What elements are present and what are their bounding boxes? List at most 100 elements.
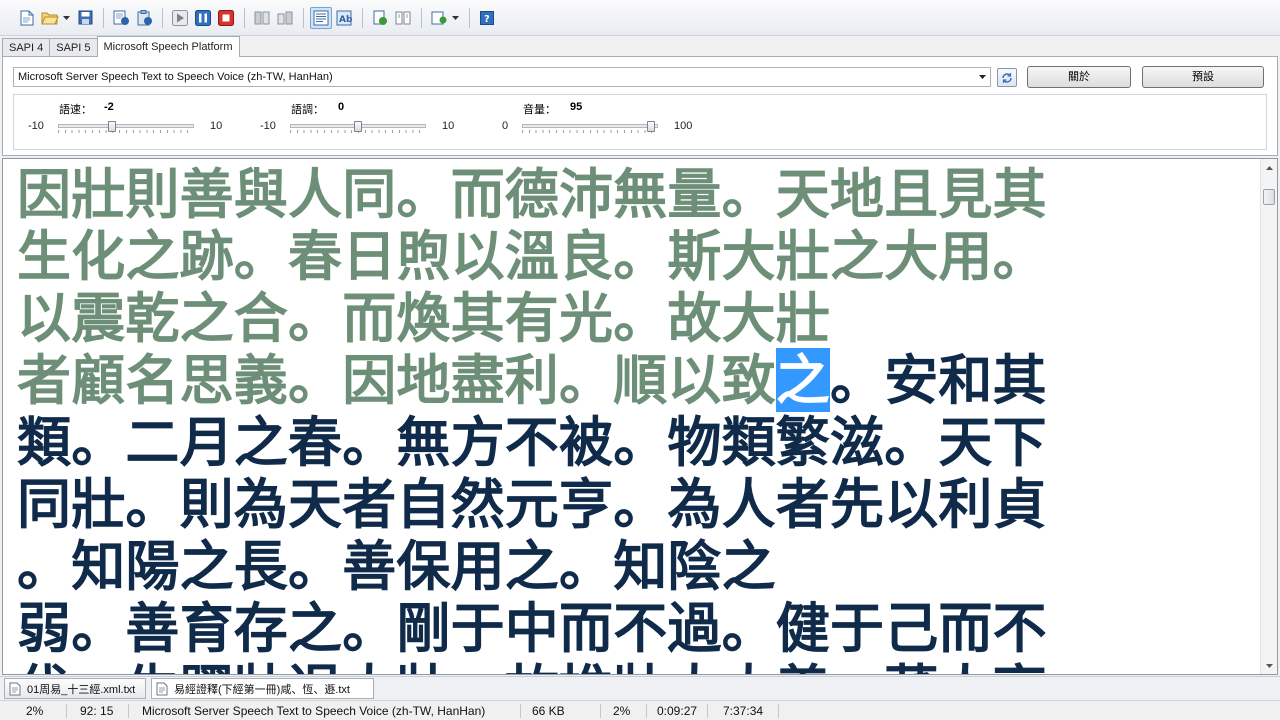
spoken-text: 以震乾之合。而煥其有光。故大壯 xyxy=(17,286,830,350)
volume-value: 95 xyxy=(570,101,583,113)
split-audio-icon[interactable] xyxy=(392,7,414,29)
toolbar-separator xyxy=(421,7,422,28)
main-toolbar: Ab ? xyxy=(0,0,1280,36)
pause-icon[interactable] xyxy=(192,7,214,29)
pitch-max: 10 xyxy=(442,120,455,132)
svg-text:Ab: Ab xyxy=(339,15,352,25)
pitch-slider-thumb[interactable] xyxy=(354,121,362,132)
current-word-highlight: 之 xyxy=(775,348,831,412)
skip-back-icon[interactable] xyxy=(251,7,273,29)
voice-select-value: Microsoft Server Speech Text to Speech V… xyxy=(18,71,333,83)
volume-max: 100 xyxy=(674,120,693,132)
toolbar-separator xyxy=(162,7,163,28)
status-size: 66 KB xyxy=(532,704,565,718)
volume-slider-group: 音量： 95 0 100 xyxy=(478,95,718,151)
help-icon[interactable]: ? xyxy=(476,7,498,29)
vertical-scrollbar[interactable] xyxy=(1260,159,1277,674)
document-text[interactable]: 因壯則善與人同。而德沛無量。天地且見其 生化之跡。春日煦以溫良。斯大壯之大用。 以震… xyxy=(17,163,1247,674)
text-line: 。知陽之長。善保用之。知陰之 xyxy=(17,535,1247,597)
text-file-icon xyxy=(156,682,168,695)
rate-slider-thumb[interactable] xyxy=(108,121,117,132)
open-folder-icon[interactable] xyxy=(39,7,61,29)
voice-panel: Microsoft Server Speech Text to Speech V… xyxy=(2,56,1278,156)
engine-tabs: SAPI 4 SAPI 5 Microsoft Speech Platform xyxy=(2,36,240,57)
svg-text:?: ? xyxy=(484,14,490,25)
spoken-text: 因壯則善與人同。而德沛無量。天地且見其 xyxy=(17,162,1047,226)
read-document-icon[interactable] xyxy=(110,7,132,29)
status-position: 92: 15 xyxy=(80,704,114,718)
toolbar-separator xyxy=(244,7,245,28)
text-line: 者顧名思義。因地盡利。順以致之。安和其 xyxy=(17,348,1247,412)
scroll-down-icon[interactable] xyxy=(1261,657,1277,674)
spoken-text: 者顧名思義。因地盡利。順以致 xyxy=(17,348,776,412)
pitch-value: 0 xyxy=(338,101,345,113)
text-line: 因壯則善與人同。而德沛無量。天地且見其 xyxy=(17,163,1247,225)
convert-audio-icon[interactable] xyxy=(369,7,391,29)
tab-sapi5[interactable]: SAPI 5 xyxy=(49,38,98,57)
text-view-icon[interactable] xyxy=(310,6,332,29)
text-line: 同壯。則為天者自然元亨。為人者先以利貞 xyxy=(17,473,1247,535)
tab-sapi4[interactable]: SAPI 4 xyxy=(2,38,51,57)
status-percent: 2% xyxy=(613,704,631,718)
new-file-icon[interactable] xyxy=(16,7,38,29)
toolbar-separator xyxy=(103,7,104,28)
scrollbar-thumb[interactable] xyxy=(1263,189,1275,205)
document-tab-1[interactable]: 01周易_十三經.xml.txt xyxy=(4,678,146,699)
pitch-label: 語調： xyxy=(291,104,324,116)
rate-max: 10 xyxy=(210,120,223,132)
status-remaining: 7:37:34 xyxy=(723,704,764,718)
rate-slider[interactable] xyxy=(58,121,194,133)
chevron-down-icon xyxy=(979,75,986,79)
document-tab-2[interactable]: 易經證釋(下經第一冊)咸、恆、遯.txt xyxy=(151,678,374,699)
open-dropdown-icon[interactable] xyxy=(62,7,70,29)
status-bar: 2% 92: 15 Microsoft Server Speech Text t… xyxy=(0,700,1280,720)
rate-label: 語速： xyxy=(59,104,92,116)
rate-value: -2 xyxy=(104,101,114,113)
volume-label: 音量： xyxy=(523,104,556,116)
voice-select[interactable]: Microsoft Server Speech Text to Speech V… xyxy=(13,67,991,87)
pending-text: 類。二月之春。無方不被。物類繁滋。天下 xyxy=(17,410,1047,474)
voice-settings-icon[interactable] xyxy=(428,7,450,29)
skip-forward-icon[interactable] xyxy=(274,7,296,29)
voice-parameters: 語速： -2 -10 10 語調： 0 -10 10 音量： 95 0 100 xyxy=(13,94,1267,150)
refresh-icon xyxy=(1002,72,1012,83)
refresh-voices-button[interactable] xyxy=(997,68,1017,87)
rate-min: -10 xyxy=(28,120,44,132)
volume-min: 0 xyxy=(502,120,509,132)
stop-icon[interactable] xyxy=(215,7,237,29)
volume-slider[interactable] xyxy=(522,121,658,133)
pitch-slider-group: 語調： 0 -10 10 xyxy=(246,95,486,151)
scroll-up-icon[interactable] xyxy=(1261,159,1277,176)
text-line: 以震乾之合。而煥其有光。故大壯 xyxy=(17,287,1247,349)
tab-speech-platform[interactable]: Microsoft Speech Platform xyxy=(96,36,240,57)
document-tab-label: 01周易_十三經.xml.txt xyxy=(27,683,136,696)
text-line: 類。二月之春。無方不被。物類繁滋。天下 xyxy=(17,411,1247,473)
about-button[interactable]: 關於 xyxy=(1027,66,1131,88)
text-line: 弱。善育存之。剛于中而不過。健于己而不 xyxy=(17,597,1247,659)
play-icon[interactable] xyxy=(169,7,191,29)
pending-text: 。安和其 xyxy=(830,348,1047,412)
pitch-min: -10 xyxy=(260,120,276,132)
voice-settings-dropdown-icon[interactable] xyxy=(451,7,459,29)
save-icon[interactable] xyxy=(74,7,96,29)
pending-text: 同壯。則為天者自然元亨。為人者先以利貞 xyxy=(17,472,1047,536)
document-tab-label: 易經證釋(下經第一冊)咸、恆、遯.txt xyxy=(174,683,350,696)
text-line: 生化之跡。春日煦以溫良。斯大壯之大用。 xyxy=(17,225,1247,287)
toolbar-separator xyxy=(469,7,470,28)
pending-text: 伐。生躍壯逞大壯。故推壯大大義。蕃人亨 xyxy=(17,658,1047,674)
status-elapsed: 0:09:27 xyxy=(657,704,698,718)
default-button[interactable]: 預設 xyxy=(1142,66,1264,88)
pending-text: 。知陽之長。善保用之。知陰之 xyxy=(17,534,776,598)
read-clipboard-icon[interactable] xyxy=(133,7,155,29)
app-window: Ab ? SAPI 4 SAPI 5 Microsoft Speech Plat… xyxy=(0,0,1280,720)
document-text-area[interactable]: 因壯則善與人同。而德沛無量。天地且見其 生化之跡。春日煦以溫良。斯大壯之大用。 以震… xyxy=(2,158,1278,675)
volume-slider-thumb[interactable] xyxy=(647,121,656,132)
toolbar-separator xyxy=(362,7,363,28)
pitch-slider[interactable] xyxy=(290,121,426,133)
spoken-text: 生化之跡。春日煦以溫良。斯大壯之大用。 xyxy=(17,224,1047,288)
document-tabs: 01周易_十三經.xml.txt 易經證釋(下經第一冊)咸、恆、遯.txt xyxy=(0,676,1280,700)
text-file-icon xyxy=(9,682,21,695)
toolbar-separator xyxy=(303,7,304,28)
pending-text: 弱。善育存之。剛于中而不過。健于己而不 xyxy=(17,596,1047,660)
word-wrap-icon[interactable]: Ab xyxy=(333,7,355,29)
